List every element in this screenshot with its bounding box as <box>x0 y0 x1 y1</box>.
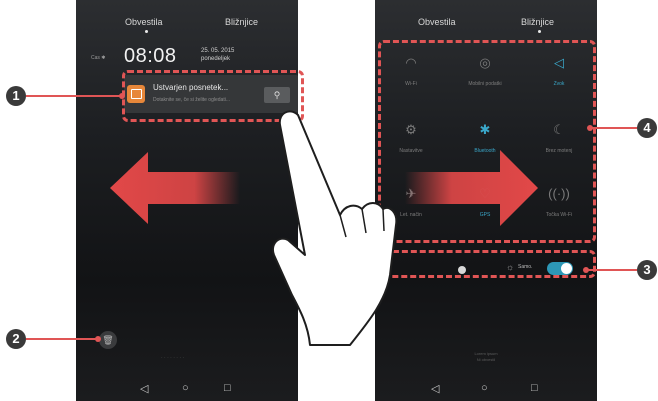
callout-1: 1 <box>6 86 26 106</box>
callout-1-endpoint <box>119 93 125 99</box>
brightness-highlight <box>378 250 596 278</box>
swipe-left-arrow <box>110 152 240 224</box>
swipe-hand-icon <box>272 110 398 346</box>
callout-2-line <box>26 338 98 340</box>
callout-4: 4 <box>637 118 657 138</box>
callout-4-endpoint <box>587 125 593 131</box>
callout-2: 2 <box>6 329 26 349</box>
toggles-highlight <box>378 40 596 243</box>
callout-2-endpoint <box>95 336 101 342</box>
callout-1-line <box>26 95 122 97</box>
callout-4-line <box>590 127 637 129</box>
callout-3-endpoint <box>583 267 589 273</box>
callout-3-line <box>586 269 637 271</box>
callout-3: 3 <box>637 260 657 280</box>
